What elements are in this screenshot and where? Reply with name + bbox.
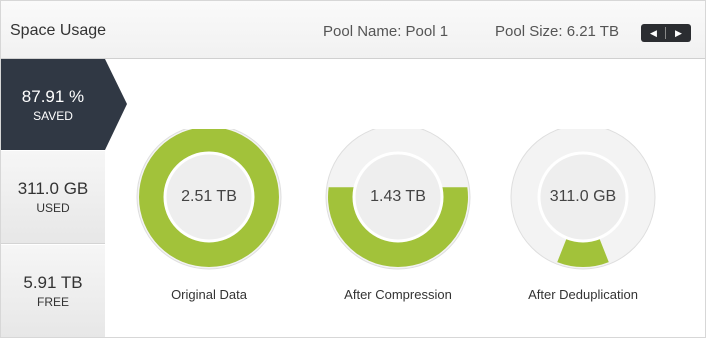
donut-after-compression: 1.43 TB (318, 129, 478, 289)
donut-after-compression-value: 1.43 TB (370, 188, 426, 205)
pool-name: Pool Name: Pool 1 (323, 23, 449, 40)
donut-after-deduplication-label: After Deduplication (528, 287, 638, 302)
stat-used[interactable]: 311.0 GB USED (1, 151, 105, 244)
used-value: 311.0 GB (17, 179, 89, 198)
free-label: FREE (36, 295, 69, 309)
donut-after-deduplication-value: 311.0 GB (549, 188, 617, 205)
panel-header: Space Usage Pool Name: Pool 1 Pool Size:… (1, 1, 705, 59)
saved-label: SAVED (33, 109, 73, 123)
donut-original-data-label: Original Data (171, 287, 247, 302)
donut-original-data: 2.51 TB (129, 129, 289, 289)
next-pool-button[interactable]: ▶ (666, 24, 691, 42)
panel-title: Space Usage (10, 22, 107, 39)
stats-sidebar: 87.91 % SAVED 311.0 GB USED 5.91 TB FREE (1, 59, 127, 337)
prev-pool-button[interactable]: ◀ (641, 24, 666, 42)
pool-size: Pool Size: 6.21 TB (495, 23, 619, 40)
free-value: 5.91 TB (23, 273, 83, 292)
pool-pager: ◀ ▶ (641, 24, 691, 42)
space-usage-panel: Space Usage Pool Name: Pool 1 Pool Size:… (0, 0, 706, 338)
stat-saved[interactable]: 87.91 % SAVED (1, 59, 127, 150)
donut-after-deduplication: 311.0 GB (503, 129, 663, 289)
donut-original-data-value: 2.51 TB (181, 188, 237, 205)
donut-after-compression-label: After Compression (344, 287, 452, 302)
used-label: USED (36, 201, 70, 215)
stat-free[interactable]: 5.91 TB FREE (1, 245, 105, 337)
saved-value: 87.91 % (21, 87, 85, 106)
caret-right-icon: ▶ (675, 28, 682, 38)
caret-left-icon: ◀ (650, 28, 657, 38)
